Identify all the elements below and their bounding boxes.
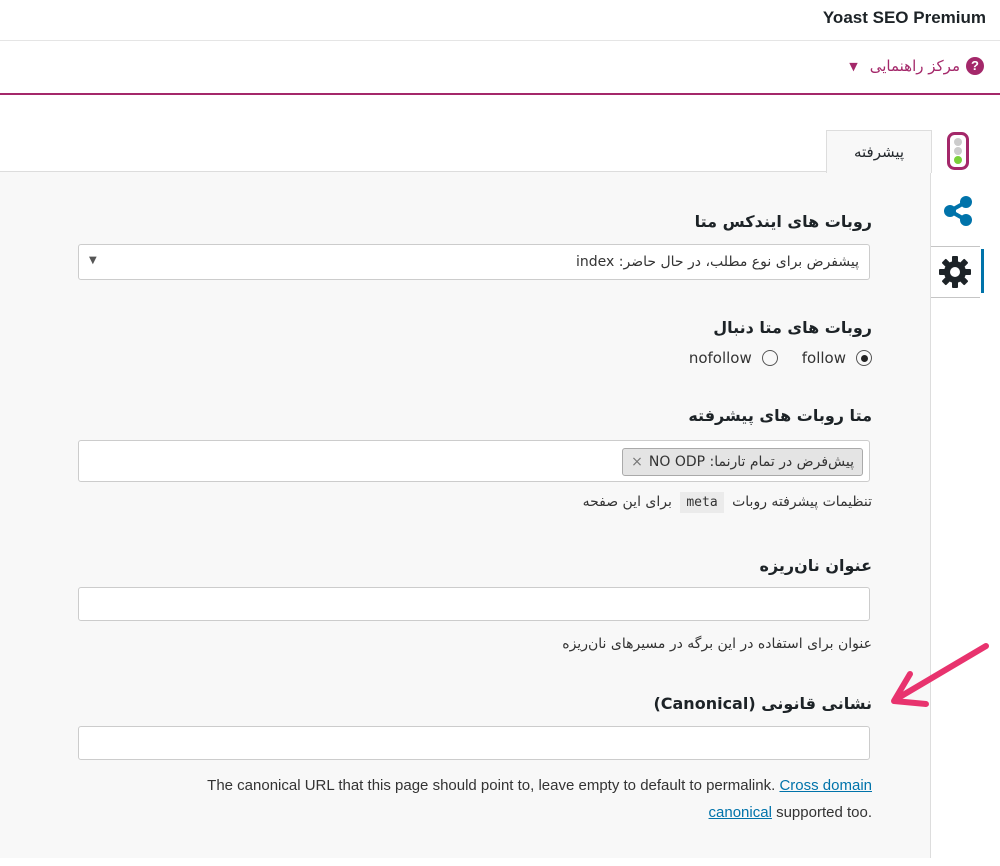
plugin-title: Yoast SEO Premium [822, 8, 986, 27]
meta-robots-index-select[interactable]: پیشفرض برای نوع مطلب، در حال حاضر: index… [78, 244, 870, 280]
meta-robots-advanced-description: تنظیمات پیشرفته روبات meta برای این صفحه [582, 492, 872, 513]
radio-nofollow-label: nofollow [688, 349, 752, 367]
breadcrumb-title-input[interactable] [78, 587, 870, 621]
help-center-button[interactable]: ? مرکز راهنمایی ▼ [849, 57, 984, 75]
meta-robots-follow-radios: follow nofollow [665, 349, 872, 367]
radio-follow[interactable]: follow [802, 349, 872, 367]
radio-nofollow[interactable]: nofollow [689, 349, 778, 367]
side-tab-advanced[interactable] [929, 246, 984, 298]
canonical-label: نشانی قانونی (Canonical) [653, 694, 872, 713]
desc-after: برای این صفحه [582, 494, 672, 510]
meta-robots-follow-label: روبات های متا دنبال [713, 318, 872, 337]
gear-icon [939, 256, 971, 288]
side-tab-social[interactable] [932, 188, 984, 234]
radio-nofollow-circle[interactable] [761, 350, 778, 366]
meta-robots-index-label: روبات های ایندکس متا [694, 212, 872, 231]
traffic-light-icon [947, 132, 969, 170]
desc-code: meta [680, 492, 724, 513]
canonical-desc-tail: supported too. [776, 804, 872, 821]
meta-robots-advanced-label: متا روبات های پیشرفته [688, 406, 872, 425]
help-center-label: مرکز راهنمایی [869, 57, 960, 75]
tab-advanced[interactable]: پیشرفته [826, 130, 932, 173]
meta-robots-advanced-multiselect[interactable]: پیش‌فرض در تمام تارنما: NO ODP × [78, 440, 870, 482]
dropdown-arrow-icon: ▼ [89, 255, 97, 266]
side-tab-readability[interactable] [932, 128, 984, 174]
caret-down-icon: ▼ [849, 59, 858, 73]
meta-robots-index-value: پیشفرض برای نوع مطلب، در حال حاضر: index [576, 254, 859, 270]
annotation-arrow-icon [891, 643, 989, 707]
chip-remove-icon[interactable]: × [631, 454, 643, 470]
breadcrumb-title-label: عنوان نان‌ریزه [759, 556, 873, 575]
selected-chip: پیش‌فرض در تمام تارنما: NO ODP × [622, 448, 863, 476]
question-icon: ? [966, 57, 984, 75]
radio-follow-label: follow [801, 349, 846, 367]
chip-label: پیش‌فرض در تمام تارنما: NO ODP [648, 454, 854, 470]
title-bar: Yoast SEO Premium [0, 0, 1000, 41]
canonical-desc-text: The canonical URL that this page should … [207, 777, 776, 794]
desc-before: تنظیمات پیشرفته روبات [732, 494, 872, 510]
cross-domain-link[interactable]: Cross domain [779, 777, 872, 794]
help-bar: ? مرکز راهنمایی ▼ [0, 41, 1000, 95]
canonical-url-input[interactable] [78, 726, 870, 760]
radio-follow-circle[interactable] [856, 350, 872, 366]
share-icon [944, 196, 972, 226]
canonical-description: The canonical URL that this page should … [110, 772, 872, 826]
canonical-link[interactable]: canonical [709, 804, 772, 821]
breadcrumb-title-description: عنوان برای استفاده در این برگه در مسیرها… [562, 636, 872, 652]
